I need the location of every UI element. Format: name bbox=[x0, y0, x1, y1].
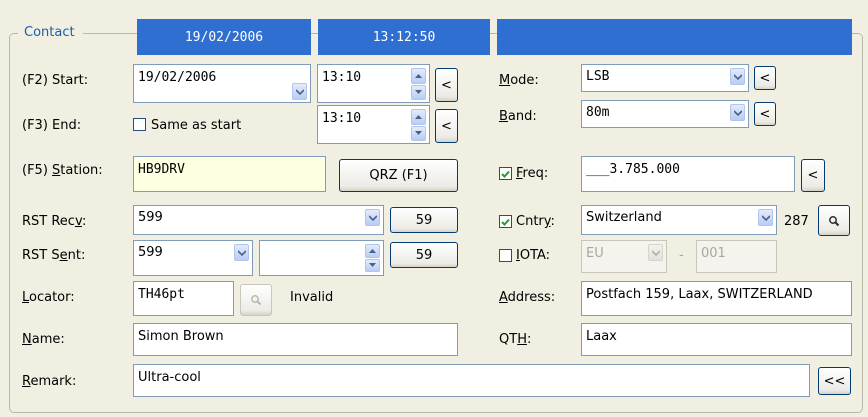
locator-label: Locator: bbox=[22, 290, 75, 305]
locator-status: Invalid bbox=[290, 290, 334, 305]
chevron-down-icon[interactable] bbox=[365, 209, 380, 226]
end-time-spinner[interactable]: 13:10 bbox=[317, 105, 430, 144]
start-time-value: 13:10 bbox=[322, 70, 362, 85]
rst-recv-select[interactable]: 599 bbox=[133, 205, 384, 235]
band-label: Band: bbox=[499, 109, 537, 124]
locator-input[interactable]: TH46pt bbox=[133, 281, 234, 316]
country-search-button[interactable] bbox=[818, 205, 850, 236]
group-title: Contact bbox=[18, 25, 83, 40]
iota-label: IOTA: bbox=[516, 248, 551, 263]
cntry-label: Cntry: bbox=[516, 214, 555, 229]
chevron-down-icon[interactable] bbox=[730, 68, 745, 85]
iota-dash: - bbox=[679, 248, 684, 263]
iota-checkbox[interactable] bbox=[499, 249, 512, 262]
search-icon bbox=[829, 215, 840, 226]
checkmark-icon bbox=[501, 218, 510, 226]
band-value: 80m bbox=[586, 105, 610, 120]
end-now-button[interactable]: < bbox=[435, 109, 458, 143]
start-date-value: 19/02/2006 bbox=[138, 70, 217, 85]
time-banner: 13:12:50 bbox=[318, 19, 490, 55]
chevron-down-icon[interactable] bbox=[730, 104, 745, 121]
iota-continent-select: EU bbox=[581, 240, 667, 273]
rst-sent-extra-spinner[interactable] bbox=[259, 240, 384, 276]
freq-apply-button[interactable]: < bbox=[801, 159, 825, 192]
qrz-lookup-button[interactable]: QRZ (F1) bbox=[339, 159, 458, 192]
spinner-arrows-icon[interactable] bbox=[411, 109, 426, 141]
rst-recv-label: RST Recv: bbox=[22, 214, 87, 229]
chevron-down-icon[interactable] bbox=[292, 83, 307, 100]
date-banner: 19/02/2006 bbox=[137, 19, 311, 55]
remark-copy-button[interactable]: << bbox=[818, 367, 851, 395]
spinner-arrows-icon[interactable] bbox=[411, 68, 426, 100]
chevron-down-icon bbox=[648, 244, 663, 261]
name-input[interactable]: Simon Brown bbox=[133, 323, 458, 356]
mode-label: Mode: bbox=[499, 73, 539, 88]
station-callsign-input[interactable]: HB9DRV bbox=[133, 156, 326, 192]
freq-input[interactable]: ___3.785.000 bbox=[581, 156, 795, 192]
remark-label: Remark: bbox=[22, 374, 77, 389]
rst-sent-label: RST Sent: bbox=[22, 248, 86, 263]
rst-recv-value: 599 bbox=[138, 210, 163, 225]
rst-recv-quick-button[interactable]: 59 bbox=[390, 207, 458, 233]
start-label: (F2) Start: bbox=[22, 73, 89, 88]
freq-label: Freq: bbox=[516, 166, 549, 181]
same-as-start-checkbox[interactable] bbox=[133, 118, 146, 131]
start-date-picker[interactable]: 19/02/2006 bbox=[133, 64, 311, 103]
name-label: Name: bbox=[22, 332, 65, 347]
mode-apply-button[interactable]: < bbox=[754, 66, 776, 90]
start-time-spinner[interactable]: 13:10 bbox=[317, 64, 430, 103]
station-label: (F5) Station: bbox=[22, 163, 103, 178]
mode-select[interactable]: LSB bbox=[581, 64, 749, 92]
chevron-down-icon[interactable] bbox=[234, 244, 249, 261]
country-number: 287 bbox=[784, 214, 809, 229]
iota-continent-value: EU bbox=[586, 246, 604, 261]
start-now-button[interactable]: < bbox=[435, 68, 458, 102]
iota-number-input: 001 bbox=[696, 240, 777, 273]
end-time-value: 13:10 bbox=[322, 111, 362, 126]
search-icon bbox=[251, 295, 262, 306]
qth-input[interactable]: Laax bbox=[581, 323, 852, 356]
end-label: (F3) End: bbox=[22, 118, 82, 133]
locator-search-button bbox=[240, 284, 272, 316]
band-select[interactable]: 80m bbox=[581, 100, 749, 128]
address-input[interactable]: Postfach 159, Laax, SWITZERLAND bbox=[581, 281, 852, 316]
rst-sent-select[interactable]: 599 bbox=[133, 240, 253, 276]
country-value: Switzerland bbox=[586, 210, 662, 225]
status-banner bbox=[497, 19, 852, 55]
spinner-arrows-icon[interactable] bbox=[365, 244, 380, 272]
rst-sent-value: 599 bbox=[138, 245, 163, 260]
address-label: Address: bbox=[499, 290, 556, 305]
rst-sent-quick-button[interactable]: 59 bbox=[390, 242, 458, 268]
band-apply-button[interactable]: < bbox=[754, 102, 776, 126]
cntry-checkbox[interactable] bbox=[499, 215, 512, 228]
checkmark-icon bbox=[501, 170, 510, 178]
freq-checkbox[interactable] bbox=[499, 167, 512, 180]
same-as-start-label: Same as start bbox=[151, 118, 242, 133]
remark-input[interactable]: Ultra-cool bbox=[133, 364, 810, 397]
country-select[interactable]: Switzerland bbox=[581, 205, 777, 235]
qth-label: QTH: bbox=[499, 332, 532, 347]
mode-value: LSB bbox=[586, 69, 610, 84]
chevron-down-icon[interactable] bbox=[758, 209, 773, 226]
contact-panel: Contact 19/02/2006 13:12:50 (F2) Start: … bbox=[0, 0, 868, 417]
